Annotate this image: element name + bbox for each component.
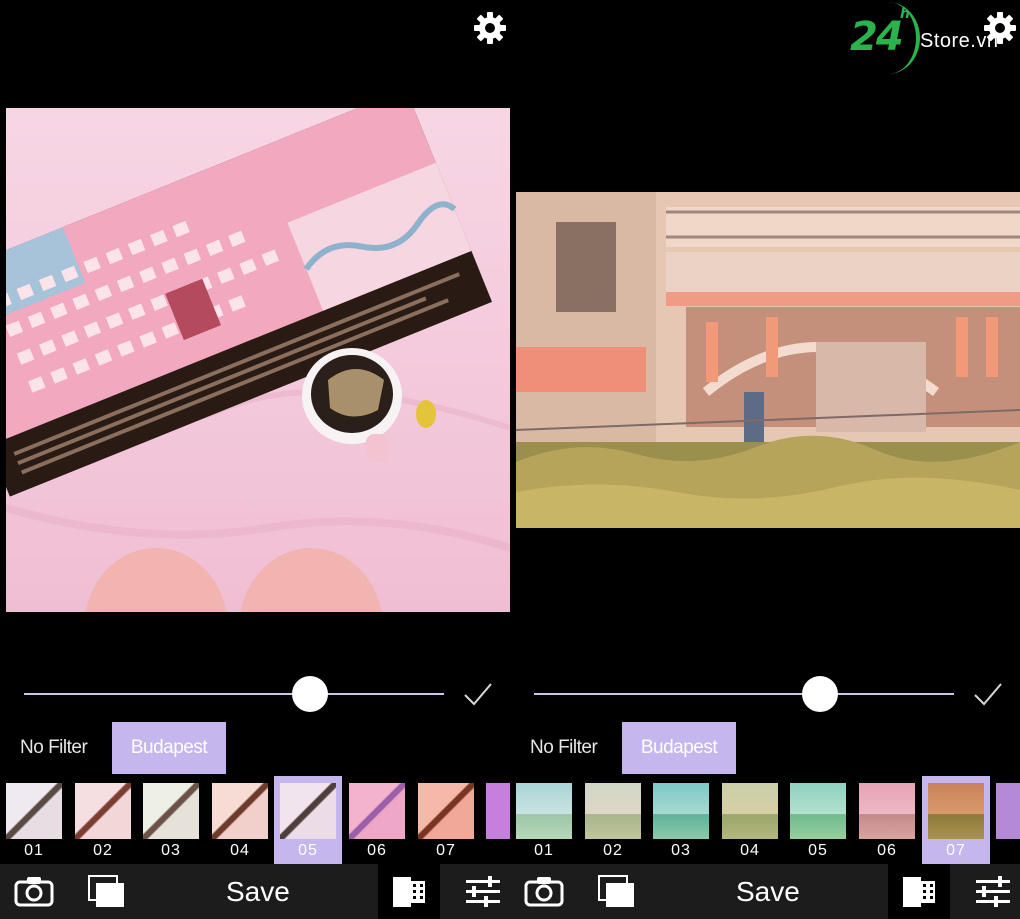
category-budapest[interactable]: Budapest <box>622 722 736 774</box>
filter-thumbnail-02[interactable]: 02 <box>579 776 647 864</box>
thumbnail-image <box>486 783 510 839</box>
logo-superscript: h <box>900 6 910 22</box>
filter-thumbnail-03[interactable]: 03 <box>647 776 715 864</box>
filter-thumbnail-07[interactable]: 07 <box>922 776 990 864</box>
thumbnail-image <box>722 783 778 839</box>
filter-thumbnail-06[interactable]: 06 <box>853 776 921 864</box>
filter-thumbnail-04[interactable]: 04 <box>206 776 274 864</box>
logo-text: Store.vn <box>920 30 999 52</box>
thumbnail-image <box>790 783 846 839</box>
thumbnail-label: 01 <box>24 842 44 859</box>
thumbnail-image <box>585 783 641 839</box>
camera-icon[interactable] <box>14 875 54 919</box>
intensity-slider[interactable] <box>24 676 444 712</box>
bottom-toolbar: Save <box>510 864 1020 919</box>
thumbnail-image <box>75 783 131 839</box>
store-logo: 24 h Store.vn <box>848 0 1020 80</box>
logo-number: 24 <box>850 14 904 60</box>
check-icon[interactable] <box>972 680 1004 708</box>
bottom-toolbar: Save <box>0 864 510 919</box>
category-no-filter[interactable]: No Filter <box>530 722 598 774</box>
check-icon[interactable] <box>462 680 494 708</box>
filter-thumbnail-05[interactable]: 05 <box>784 776 852 864</box>
filter-thumbnail-01[interactable]: 01 <box>510 776 578 864</box>
thumbnail-label: 05 <box>808 842 828 859</box>
editor-panel-right: No Filter Budapest 01 02 03 04 05 06 07 … <box>510 0 1020 919</box>
filter-thumbnail-03[interactable]: 03 <box>137 776 205 864</box>
slider-knob[interactable] <box>801 676 838 712</box>
thumbnail-image <box>516 783 572 839</box>
filter-thumbnail-08[interactable] <box>990 776 1020 864</box>
thumbnail-label: 06 <box>367 842 387 859</box>
filter-thumbnail-04[interactable]: 04 <box>716 776 784 864</box>
thumbnail-image <box>212 783 268 839</box>
filter-thumbnails: 01 02 03 04 05 06 07 <box>510 776 1020 864</box>
thumbnail-image <box>6 783 62 839</box>
filter-thumbnail-08[interactable] <box>480 776 510 864</box>
slider-knob[interactable] <box>291 676 328 712</box>
category-budapest[interactable]: Budapest <box>112 722 226 774</box>
filter-thumbnail-02[interactable]: 02 <box>69 776 137 864</box>
sliders-adjust-icon[interactable] <box>974 875 1012 919</box>
thumbnail-label: 04 <box>740 842 760 859</box>
photo-preview <box>516 192 1020 528</box>
filter-thumbnail-01[interactable]: 01 <box>0 776 68 864</box>
thumbnail-label: 07 <box>946 842 966 859</box>
film-filter-icon[interactable] <box>378 864 440 919</box>
album-icon[interactable] <box>88 875 126 919</box>
thumbnail-label: 05 <box>298 842 318 859</box>
thumbnail-image <box>418 783 474 839</box>
filter-thumbnails: 01 02 03 04 05 06 07 <box>0 776 510 864</box>
filter-thumbnail-05[interactable]: 05 <box>274 776 342 864</box>
intensity-slider[interactable] <box>534 676 954 712</box>
thumbnail-image <box>928 783 984 839</box>
thumbnail-label: 02 <box>93 842 113 859</box>
thumbnail-label: 03 <box>161 842 181 859</box>
save-button[interactable]: Save <box>736 864 800 919</box>
thumbnail-label: 03 <box>671 842 691 859</box>
thumbnail-image <box>143 783 199 839</box>
film-filter-icon[interactable] <box>888 864 950 919</box>
photo-preview <box>6 108 510 612</box>
thumbnail-label: 01 <box>534 842 554 859</box>
thumbnail-image <box>859 783 915 839</box>
gear-icon[interactable] <box>472 10 508 46</box>
thumbnail-image <box>653 783 709 839</box>
thumbnail-label: 04 <box>230 842 250 859</box>
editor-panel-left: No Filter Budapest 01 02 03 04 05 06 07 … <box>0 0 510 919</box>
filter-thumbnail-06[interactable]: 06 <box>343 776 411 864</box>
thumbnail-label: 06 <box>877 842 897 859</box>
thumbnail-image <box>280 783 336 839</box>
slider-track <box>24 693 444 695</box>
thumbnail-label: 02 <box>603 842 623 859</box>
category-no-filter[interactable]: No Filter <box>20 722 88 774</box>
thumbnail-image <box>996 783 1020 839</box>
sliders-adjust-icon[interactable] <box>464 875 502 919</box>
slider-track <box>534 693 954 695</box>
save-button[interactable]: Save <box>226 864 290 919</box>
album-icon[interactable] <box>598 875 636 919</box>
thumbnail-image <box>349 783 405 839</box>
thumbnail-label: 07 <box>436 842 456 859</box>
filter-thumbnail-07[interactable]: 07 <box>412 776 480 864</box>
camera-icon[interactable] <box>524 875 564 919</box>
